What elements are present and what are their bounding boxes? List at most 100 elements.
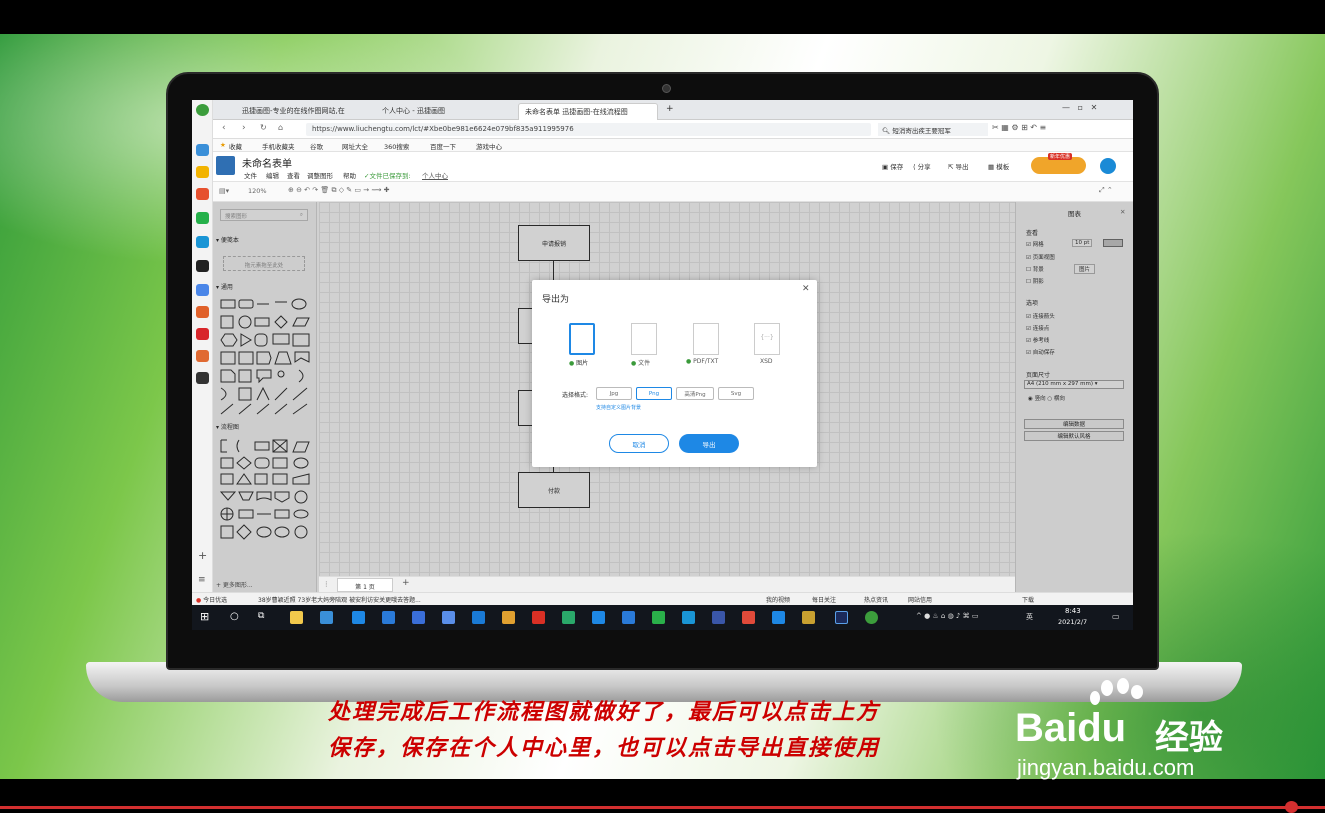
- menu-help[interactable]: 帮助: [343, 170, 356, 180]
- news-item[interactable]: 下载: [1022, 595, 1034, 604]
- taskbar-app-icon[interactable]: [532, 611, 545, 624]
- taskbar-app-icon[interactable]: [802, 611, 815, 624]
- news-item[interactable]: 网站信用: [908, 595, 932, 604]
- bookmark-item[interactable]: 谷歌: [310, 141, 323, 151]
- sidebar-app-icon[interactable]: [196, 166, 209, 178]
- pdf-format-icon[interactable]: [693, 323, 719, 355]
- browser-toolbar-icons[interactable]: ✂ ▦ ⚙ ⊞ ↶ ≡: [992, 123, 1046, 132]
- page-view-icon[interactable]: ▤▾: [219, 187, 229, 195]
- option-pdf[interactable]: ● PDF/TXT: [686, 358, 718, 365]
- bookmark-item[interactable]: 网址大全: [342, 141, 368, 151]
- sidebar-app-icon[interactable]: [196, 350, 209, 362]
- refresh-icon[interactable]: ↻: [260, 123, 267, 132]
- search-icon[interactable]: ○: [230, 611, 239, 622]
- system-tray-icons[interactable]: ^ ● ♨ ⌂ ◍ ♪ ⌘ ▭: [916, 612, 978, 620]
- window-controls[interactable]: — ▫ ✕: [1062, 103, 1097, 112]
- photoshop-icon[interactable]: [835, 611, 848, 624]
- taskbar-app-icon[interactable]: [290, 611, 303, 624]
- dialog-close-button[interactable]: ✕: [802, 284, 810, 294]
- templates-button[interactable]: ▦ 模板: [988, 161, 1009, 171]
- export-confirm-button[interactable]: 导出: [679, 434, 739, 453]
- sidebar-app-icon[interactable]: [196, 236, 209, 248]
- taskbar-app-icon[interactable]: [412, 611, 425, 624]
- tab-personal-center[interactable]: 个人中心 - 迅捷画图: [376, 103, 512, 120]
- avatar[interactable]: [1100, 158, 1116, 174]
- bookmark-item[interactable]: 游戏中心: [476, 141, 502, 151]
- sidebar-app-icon[interactable]: [196, 188, 209, 200]
- taskbar-app-icon[interactable]: [472, 611, 485, 624]
- video-scrubber-handle[interactable]: [1285, 801, 1298, 813]
- taskbar-app-icon[interactable]: [772, 611, 785, 624]
- forward-icon[interactable]: ›: [242, 123, 246, 133]
- format-png[interactable]: Png: [636, 387, 672, 400]
- news-item[interactable]: 我的视频: [766, 595, 790, 604]
- news-item[interactable]: 热点资讯: [864, 595, 888, 604]
- page-menu-icon[interactable]: ⋮: [323, 580, 330, 588]
- format-hd-png[interactable]: 高清Png: [676, 387, 714, 400]
- taskbar-app-icon[interactable]: [442, 611, 455, 624]
- news-left[interactable]: ● 今日优选: [196, 595, 227, 604]
- format-jpg[interactable]: Jpg: [596, 387, 632, 400]
- sidebar-add-icon[interactable]: +: [198, 549, 207, 562]
- export-button[interactable]: ⇱ 导出: [948, 161, 969, 171]
- option-document[interactable]: ● 文件: [631, 358, 650, 367]
- search-box[interactable]: 🔍︎ 短消寄出疾王要冠军: [878, 123, 988, 136]
- video-progress-bar[interactable]: [0, 806, 1325, 809]
- taskbar-app-icon[interactable]: [652, 611, 665, 624]
- share-button[interactable]: ⟨ 分享: [913, 161, 931, 171]
- back-icon[interactable]: ‹: [222, 123, 226, 133]
- sidebar-app-icon[interactable]: [196, 212, 209, 224]
- task-view-icon[interactable]: ⧉: [258, 611, 264, 621]
- taskbar-app-icon[interactable]: [320, 611, 333, 624]
- input-method[interactable]: 英: [1026, 612, 1033, 622]
- option-image[interactable]: ● 图片: [569, 358, 588, 367]
- zoom-select[interactable]: 120%: [248, 187, 267, 195]
- zoom-icons[interactable]: ⊕ ⊖ ↶ ↷ 🗑︎ ⧉ ◇ ✎ ▭ → ⟿ ✚: [288, 186, 389, 195]
- home-icon[interactable]: ⌂: [278, 123, 283, 132]
- news-headline[interactable]: 38岁曹颖近照 73岁老大妈旁陪观 被安利访安关更哦去答题...: [258, 595, 421, 604]
- option-xsd[interactable]: XSD: [760, 358, 773, 365]
- cancel-button[interactable]: 取消: [609, 434, 669, 453]
- custom-background-link[interactable]: 支持自定义图片背景: [596, 404, 641, 411]
- bookmark-item[interactable]: 百度一下: [430, 141, 456, 151]
- format-svg[interactable]: Svg: [718, 387, 754, 400]
- taskbar-app-icon[interactable]: [742, 611, 755, 624]
- menu-edit[interactable]: 编辑: [266, 170, 279, 180]
- menu-arrange[interactable]: 调整图形: [307, 170, 333, 180]
- bookmark-item[interactable]: 360搜索: [384, 141, 409, 151]
- windows-start-icon[interactable]: ⊞: [200, 610, 209, 623]
- taskbar-app-icon[interactable]: [712, 611, 725, 624]
- taskbar-app-icon[interactable]: [592, 611, 605, 624]
- add-page-button[interactable]: +: [402, 578, 410, 588]
- document-format-icon[interactable]: [631, 323, 657, 355]
- clock-time[interactable]: 8:43: [1065, 607, 1081, 615]
- save-location-link[interactable]: 个人中心: [422, 170, 448, 180]
- taskbar-app-icon[interactable]: [622, 611, 635, 624]
- url-input[interactable]: https://www.liuchengtu.com/lct/#Xbe0be98…: [306, 123, 871, 136]
- news-item[interactable]: 每日关注: [812, 595, 836, 604]
- new-tab-button[interactable]: +: [666, 104, 674, 114]
- bookmark-item[interactable]: 收藏: [229, 141, 242, 151]
- sidebar-app-icon[interactable]: [196, 372, 209, 384]
- clock-date[interactable]: 2021/2/7: [1058, 618, 1087, 626]
- bookmark-item[interactable]: 手机收藏夹: [262, 141, 295, 151]
- sidebar-app-icon[interactable]: [196, 306, 209, 318]
- sidebar-app-icon[interactable]: [196, 144, 209, 156]
- tab-liuchengtu-home[interactable]: 迅捷画图-专业的在线作图网站,在: [236, 103, 372, 120]
- sidebar-menu-icon[interactable]: ≡: [198, 575, 206, 585]
- sidebar-app-icon[interactable]: [196, 260, 209, 272]
- taskbar-app-icon[interactable]: [502, 611, 515, 624]
- sidebar-app-icon[interactable]: [196, 284, 209, 296]
- image-format-icon[interactable]: [569, 323, 595, 355]
- page-tab[interactable]: 第 1 页: [337, 578, 393, 592]
- menu-view[interactable]: 查看: [287, 170, 300, 180]
- taskbar-app-icon[interactable]: [352, 611, 365, 624]
- taskbar-app-icon[interactable]: [562, 611, 575, 624]
- menu-file[interactable]: 文件: [244, 170, 257, 180]
- browser-taskbar-icon[interactable]: [865, 611, 878, 624]
- notification-icon[interactable]: ▭: [1112, 612, 1120, 621]
- save-button[interactable]: ▣ 保存: [882, 161, 903, 171]
- taskbar-app-icon[interactable]: [382, 611, 395, 624]
- sidebar-app-icon[interactable]: [196, 328, 209, 340]
- taskbar-app-icon[interactable]: [682, 611, 695, 624]
